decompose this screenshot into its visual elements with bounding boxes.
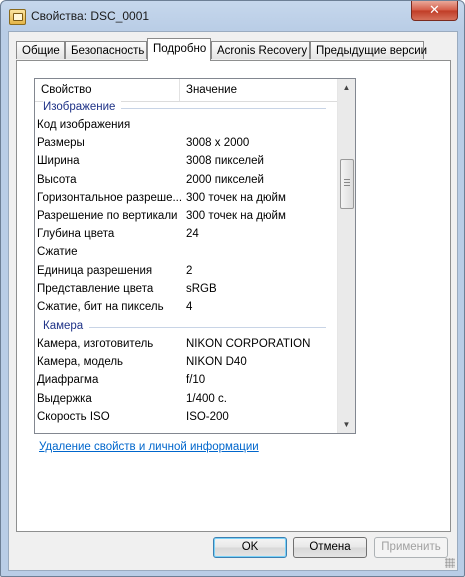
list-header: Свойство Значение [35,79,338,102]
tab-security[interactable]: Безопасность [65,41,147,59]
tab-details[interactable]: Подробно [147,38,211,61]
list-item[interactable]: Код изображения [35,116,338,134]
group-header-camera: Камера [35,320,338,335]
file-properties-icon [9,9,26,25]
grip-icon [344,179,350,186]
properties-list[interactable]: Свойство Значение Изображение Код изобра… [34,78,356,434]
list-item[interactable]: Глубина цвета 24 [35,225,338,243]
resize-grip-icon[interactable] [445,558,455,568]
list-item[interactable]: Камера, модель NIKON D40 [35,353,338,371]
scrollbar-thumb[interactable] [340,159,354,209]
list-item[interactable]: Размеры 3008 x 2000 [35,134,338,152]
list-rows: Изображение Код изображения Размеры 3008 … [35,101,338,426]
title-bar[interactable]: Свойства: DSC_0001 ✕ [1,1,464,31]
list-item[interactable]: Горизонтальное разреше... 300 точек на дю… [35,189,338,207]
details-panel: Свойство Значение Изображение Код изобра… [16,60,451,532]
properties-window: Свойства: DSC_0001 ✕ Общие Безопасность … [0,0,465,577]
window-title: Свойства: DSC_0001 [31,9,150,23]
scroll-down-arrow-icon[interactable]: ▼ [338,416,355,433]
scroll-up-arrow-icon[interactable]: ▲ [338,79,355,96]
list-item[interactable]: Высота 2000 пикселей [35,171,338,189]
list-item[interactable]: Камера, изготовитель NIKON CORPORATION [35,335,338,353]
list-item[interactable]: Сжатие [35,243,338,261]
ok-button[interactable]: OK [213,537,287,558]
apply-button[interactable]: Применить [374,537,448,558]
tab-previous-versions[interactable]: Предыдущие версии [310,41,427,59]
remove-properties-link[interactable]: Удаление свойств и личной информации [39,441,259,453]
list-item[interactable]: Выдержка 1/400 с. [35,390,338,408]
vertical-scrollbar[interactable]: ▲ ▼ [337,79,355,433]
list-item[interactable]: Представление цвета sRGB [35,280,338,298]
column-header-value[interactable]: Значение [180,79,338,101]
dialog-client-area: Общие Безопасность Подробно Acronis Reco… [8,31,458,571]
list-item[interactable]: Ширина 3008 пикселей [35,152,338,170]
list-item[interactable]: Разрешение по вертикали 300 точек на дюйм [35,207,338,225]
list-item[interactable]: Диафрагма f/10 [35,371,338,389]
column-header-property[interactable]: Свойство [35,79,180,101]
list-item[interactable]: Единица разрешения 2 [35,262,338,280]
close-button[interactable]: ✕ [411,1,458,21]
group-header-image: Изображение [35,101,338,116]
cancel-button[interactable]: Отмена [293,537,367,558]
list-item[interactable]: Скорость ISO ISO-200 [35,408,338,426]
tab-acronis-recovery[interactable]: Acronis Recovery [211,41,310,59]
tab-general[interactable]: Общие [16,41,65,59]
list-item[interactable]: Сжатие, бит на пиксель 4 [35,298,338,316]
